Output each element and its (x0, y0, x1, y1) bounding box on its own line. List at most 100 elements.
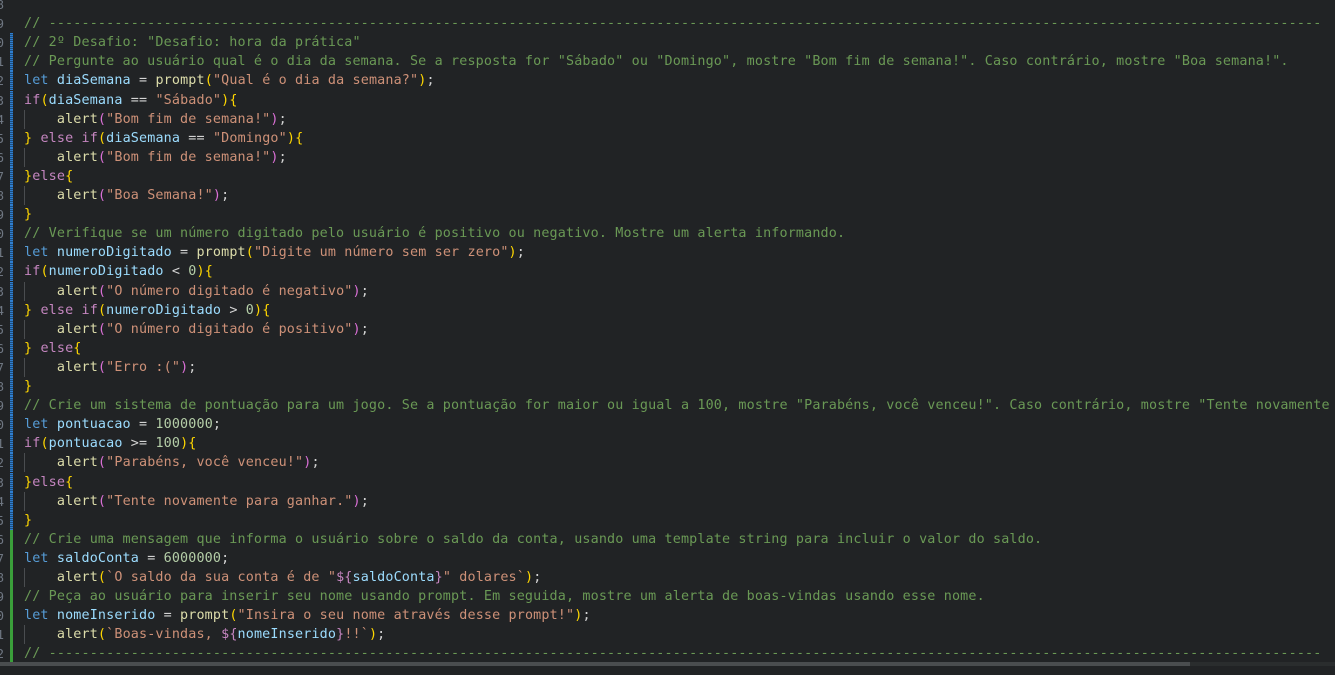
token-op: ; (311, 455, 320, 471)
diff-marker-added (10, 568, 13, 588)
code-line[interactable]: alert(`O saldo da sua conta é de "${sald… (24, 568, 541, 587)
line-number: 33 (0, 474, 4, 490)
token-str: "Domingo" (212, 130, 287, 146)
token-str: "Boa Semana!" (106, 188, 213, 203)
code-line[interactable]: // Pergunte ao usuário qual é o dia da s… (24, 52, 1289, 71)
code-line[interactable]: let numeroDigitado = prompt("Digite um n… (24, 243, 525, 262)
token-str: "Qual é o dia da semana?" (212, 73, 419, 89)
code-line[interactable]: alert("O número digitado é negativo"); (24, 282, 369, 301)
code-line[interactable]: } (24, 205, 32, 224)
token-op (49, 245, 57, 260)
line-number: 30 (0, 417, 4, 433)
code-line[interactable]: if(diaSemana == "Sábado"){ (24, 91, 238, 110)
code-line[interactable]: }else{ (24, 167, 73, 186)
token-p1: ( (97, 302, 107, 318)
token-kw: let (24, 73, 49, 89)
line-number: 8 (0, 0, 4, 12)
code-line[interactable]: } else{ (24, 339, 82, 358)
token-p1: { (188, 436, 197, 452)
gutter-row: 36 (0, 529, 18, 549)
token-op (24, 455, 57, 470)
code-line[interactable]: let nomeInserido = prompt("Insira o seu … (24, 606, 591, 625)
code-line[interactable]: let pontuacao = 1000000; (24, 415, 221, 434)
code-line[interactable]: // -------------------------------------… (24, 644, 1321, 663)
code-line[interactable]: // Peça ao usuário para inserir seu nome… (24, 587, 985, 606)
line-number: 19 (0, 207, 4, 223)
token-str: "Insira o seu nome através desse prompt!… (237, 608, 575, 624)
diff-marker-added (10, 587, 13, 607)
code-line[interactable]: } (24, 377, 32, 396)
gutter-row: 23 (0, 281, 18, 301)
token-kw: let (24, 417, 49, 433)
gutter-row: 33 (0, 472, 18, 492)
code-line[interactable]: alert("Tente novamente para ganhar."); (24, 492, 369, 511)
token-op: ; (360, 493, 369, 509)
token-tdl: } (434, 570, 443, 585)
token-p1: ) (508, 245, 517, 261)
token-str: "O número digitado é positivo" (106, 321, 353, 337)
token-p1: { (65, 168, 74, 184)
code-line[interactable]: let saldoConta = 6000000; (24, 549, 229, 568)
code-content-area[interactable]: // -------------------------------------… (18, 0, 1335, 675)
token-op (49, 551, 57, 566)
code-line[interactable]: } else if(diaSemana == "Domingo"){ (24, 129, 303, 148)
token-tpl: `O saldo da sua conta é de " (106, 570, 337, 585)
code-line[interactable]: if(pontuacao >= 100){ (24, 434, 197, 453)
token-p1: } (24, 130, 33, 146)
diff-marker-modified (10, 90, 13, 110)
code-line[interactable]: // Verifique se um número digitado pelo … (24, 224, 845, 243)
code-line[interactable]: if(numeroDigitado < 0){ (24, 262, 213, 281)
token-p1: ( (245, 245, 254, 261)
code-line[interactable]: } else if(numeroDigitado > 0){ (24, 301, 270, 320)
code-line[interactable]: } (24, 511, 32, 530)
line-number: 9 (0, 16, 4, 32)
code-line[interactable]: alert("O número digitado é positivo"); (24, 320, 369, 339)
diff-marker-modified (10, 415, 13, 435)
code-line[interactable]: alert("Parabéns, você venceu!"); (24, 453, 320, 472)
gutter-row: 41 (0, 625, 18, 645)
diff-marker-modified (10, 281, 13, 301)
code-line[interactable]: alert("Erro :("); (24, 358, 197, 377)
token-str: "Erro :(" (106, 359, 181, 375)
token-p1: ( (229, 608, 238, 624)
diff-marker-added (10, 529, 13, 549)
code-line[interactable]: // 2º Desafio: "Desafio: hora da prática… (24, 33, 361, 52)
gutter-row: 20 (0, 224, 18, 244)
code-line[interactable]: alert(`Boas-vindas, ${nomeInserido}!!`); (24, 625, 385, 644)
token-p2: ) (270, 149, 279, 165)
code-line[interactable]: }else{ (24, 473, 73, 492)
line-number: 14 (0, 111, 4, 127)
token-p2: ) (352, 493, 361, 509)
token-p1: { (295, 130, 304, 146)
line-number: 17 (0, 168, 4, 184)
code-line[interactable]: alert("Bom fim de semana!"); (24, 148, 287, 167)
token-op (24, 322, 57, 337)
gutter-row: 22 (0, 262, 18, 282)
token-p1: ( (40, 264, 49, 280)
code-line[interactable]: // Crie uma mensagem que informa o usuár… (24, 530, 1042, 549)
code-editor[interactable]: // -------------------------------------… (0, 0, 1335, 675)
token-fn: prompt (155, 73, 205, 89)
token-kw: let (24, 550, 49, 566)
token-num: 6000000 (163, 550, 222, 566)
code-line[interactable]: // Crie um sistema de pontuação para um … (24, 396, 1335, 415)
diff-marker-modified (10, 453, 13, 473)
gutter-row: 28 (0, 377, 18, 397)
code-line[interactable]: let diaSemana = prompt("Qual é o dia da … (24, 71, 435, 90)
gutter-row: 31 (0, 434, 18, 454)
diff-marker-modified (10, 491, 13, 511)
token-p1: { (229, 92, 238, 108)
token-ctl: if (24, 436, 41, 452)
diff-marker-modified (10, 71, 13, 91)
token-fn: alert (56, 283, 98, 299)
diff-marker-modified (10, 472, 13, 492)
token-p1: } (24, 302, 33, 318)
line-number: 16 (0, 149, 4, 165)
diff-marker-modified (10, 262, 13, 282)
code-line[interactable]: // -------------------------------------… (24, 14, 1321, 33)
token-ctl: else (32, 474, 66, 490)
token-p1: ( (204, 73, 213, 89)
code-line[interactable]: alert("Bom fim de semana!"); (24, 110, 287, 129)
code-line[interactable]: alert("Boa Semana!"); (24, 186, 229, 205)
horizontal-scrollbar-thumb[interactable] (0, 662, 1190, 666)
